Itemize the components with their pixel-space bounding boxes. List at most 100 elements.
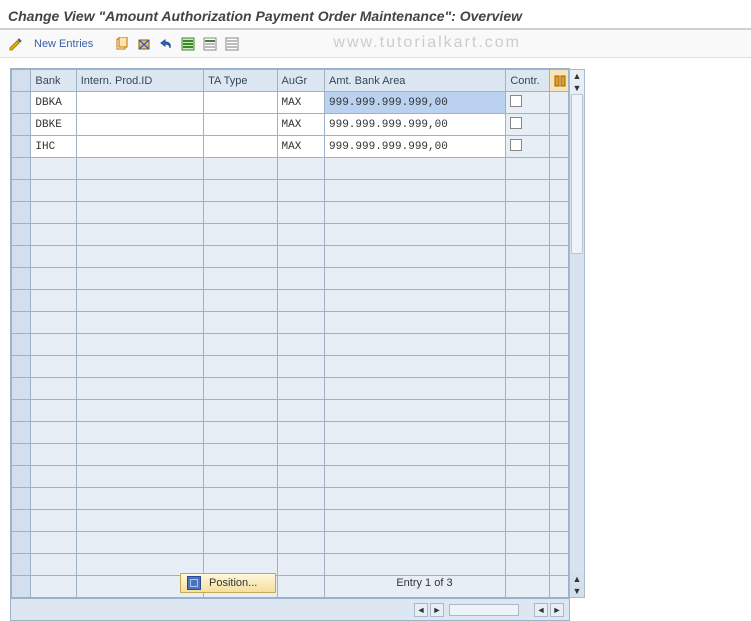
cell-empty[interactable] xyxy=(204,510,277,532)
vscroll-thumb[interactable] xyxy=(571,94,583,254)
cell-contr[interactable] xyxy=(506,114,549,136)
cell-empty[interactable] xyxy=(325,158,506,180)
cell-empty[interactable] xyxy=(277,400,324,422)
row-selector[interactable] xyxy=(12,202,31,224)
cell-empty[interactable] xyxy=(277,312,324,334)
cell-empty[interactable] xyxy=(506,334,549,356)
toggle-change-icon[interactable] xyxy=(8,36,24,52)
cell-empty[interactable] xyxy=(31,444,76,466)
cell-empty[interactable] xyxy=(277,180,324,202)
row-selector[interactable] xyxy=(12,158,31,180)
cell-empty[interactable] xyxy=(31,356,76,378)
cell-empty[interactable] xyxy=(76,202,203,224)
checkbox[interactable] xyxy=(510,117,522,129)
cell-empty[interactable] xyxy=(204,422,277,444)
cell-empty[interactable] xyxy=(31,422,76,444)
col-header-bank[interactable]: Bank xyxy=(31,70,76,92)
cell-empty[interactable] xyxy=(506,510,549,532)
cell-empty[interactable] xyxy=(31,268,76,290)
cell-empty[interactable] xyxy=(506,488,549,510)
cell-empty[interactable] xyxy=(31,246,76,268)
vscroll-up-icon[interactable]: ▲ xyxy=(573,70,582,82)
cell-amt[interactable]: 999.999.999.999,00 xyxy=(325,114,506,136)
row-selector[interactable] xyxy=(12,466,31,488)
cell-prod[interactable] xyxy=(76,92,203,114)
cell-empty[interactable] xyxy=(204,268,277,290)
row-selector[interactable] xyxy=(12,268,31,290)
cell-empty[interactable] xyxy=(325,334,506,356)
cell-empty[interactable] xyxy=(325,488,506,510)
cell-empty[interactable] xyxy=(204,224,277,246)
row-selector[interactable] xyxy=(12,334,31,356)
cell-empty[interactable] xyxy=(325,246,506,268)
cell-empty[interactable] xyxy=(204,312,277,334)
cell-empty[interactable] xyxy=(277,290,324,312)
hscroll-page-left-icon[interactable]: ◄ xyxy=(534,603,548,617)
row-selector[interactable] xyxy=(12,136,31,158)
cell-empty[interactable] xyxy=(506,400,549,422)
row-selector[interactable] xyxy=(12,290,31,312)
cell-empty[interactable] xyxy=(506,202,549,224)
cell-empty[interactable] xyxy=(325,444,506,466)
cell-empty[interactable] xyxy=(204,158,277,180)
cell-empty[interactable] xyxy=(31,334,76,356)
deselect-all-icon[interactable] xyxy=(224,36,240,52)
cell-empty[interactable] xyxy=(277,334,324,356)
select-all-icon[interactable] xyxy=(180,36,196,52)
vscroll-up2-icon[interactable]: ▼ xyxy=(573,82,582,94)
cell-empty[interactable] xyxy=(31,378,76,400)
cell-empty[interactable] xyxy=(277,378,324,400)
cell-empty[interactable] xyxy=(76,532,203,554)
cell-empty[interactable] xyxy=(277,356,324,378)
cell-empty[interactable] xyxy=(325,466,506,488)
cell-empty[interactable] xyxy=(31,510,76,532)
cell-empty[interactable] xyxy=(277,224,324,246)
cell-empty[interactable] xyxy=(76,510,203,532)
cell-empty[interactable] xyxy=(204,400,277,422)
cell-empty[interactable] xyxy=(325,356,506,378)
cell-empty[interactable] xyxy=(76,378,203,400)
cell-prod[interactable] xyxy=(76,136,203,158)
cell-empty[interactable] xyxy=(204,488,277,510)
cell-empty[interactable] xyxy=(76,312,203,334)
cell-empty[interactable] xyxy=(31,532,76,554)
row-selector[interactable] xyxy=(12,378,31,400)
table-settings-icon[interactable] xyxy=(549,70,568,92)
cell-empty[interactable] xyxy=(277,444,324,466)
hscroll-left-icon[interactable]: ◄ xyxy=(414,603,428,617)
cell-empty[interactable] xyxy=(31,312,76,334)
cell-empty[interactable] xyxy=(325,268,506,290)
cell-empty[interactable] xyxy=(204,202,277,224)
undo-icon[interactable] xyxy=(158,36,174,52)
cell-empty[interactable] xyxy=(506,444,549,466)
cell-empty[interactable] xyxy=(76,444,203,466)
copy-as-icon[interactable] xyxy=(114,36,130,52)
cell-empty[interactable] xyxy=(277,466,324,488)
checkbox[interactable] xyxy=(510,95,522,107)
cell-empty[interactable] xyxy=(204,290,277,312)
cell-empty[interactable] xyxy=(325,510,506,532)
cell-empty[interactable] xyxy=(506,224,549,246)
row-selector[interactable] xyxy=(12,488,31,510)
cell-empty[interactable] xyxy=(31,400,76,422)
cell-empty[interactable] xyxy=(277,246,324,268)
cell-empty[interactable] xyxy=(506,378,549,400)
cell-bank[interactable]: IHC xyxy=(31,136,76,158)
hscroll-right-icon[interactable]: ► xyxy=(430,603,444,617)
cell-contr[interactable] xyxy=(506,136,549,158)
col-header-contr[interactable]: Contr. xyxy=(506,70,549,92)
cell-empty[interactable] xyxy=(76,488,203,510)
cell-empty[interactable] xyxy=(506,312,549,334)
col-header-prod[interactable]: Intern. Prod.ID xyxy=(76,70,203,92)
row-selector[interactable] xyxy=(12,92,31,114)
cell-empty[interactable] xyxy=(325,180,506,202)
cell-empty[interactable] xyxy=(76,224,203,246)
cell-empty[interactable] xyxy=(76,422,203,444)
cell-bank[interactable]: DBKE xyxy=(31,114,76,136)
cell-empty[interactable] xyxy=(277,510,324,532)
vscroll-track[interactable] xyxy=(570,94,584,573)
checkbox[interactable] xyxy=(510,139,522,151)
cell-empty[interactable] xyxy=(506,246,549,268)
row-selector[interactable] xyxy=(12,444,31,466)
cell-empty[interactable] xyxy=(325,422,506,444)
